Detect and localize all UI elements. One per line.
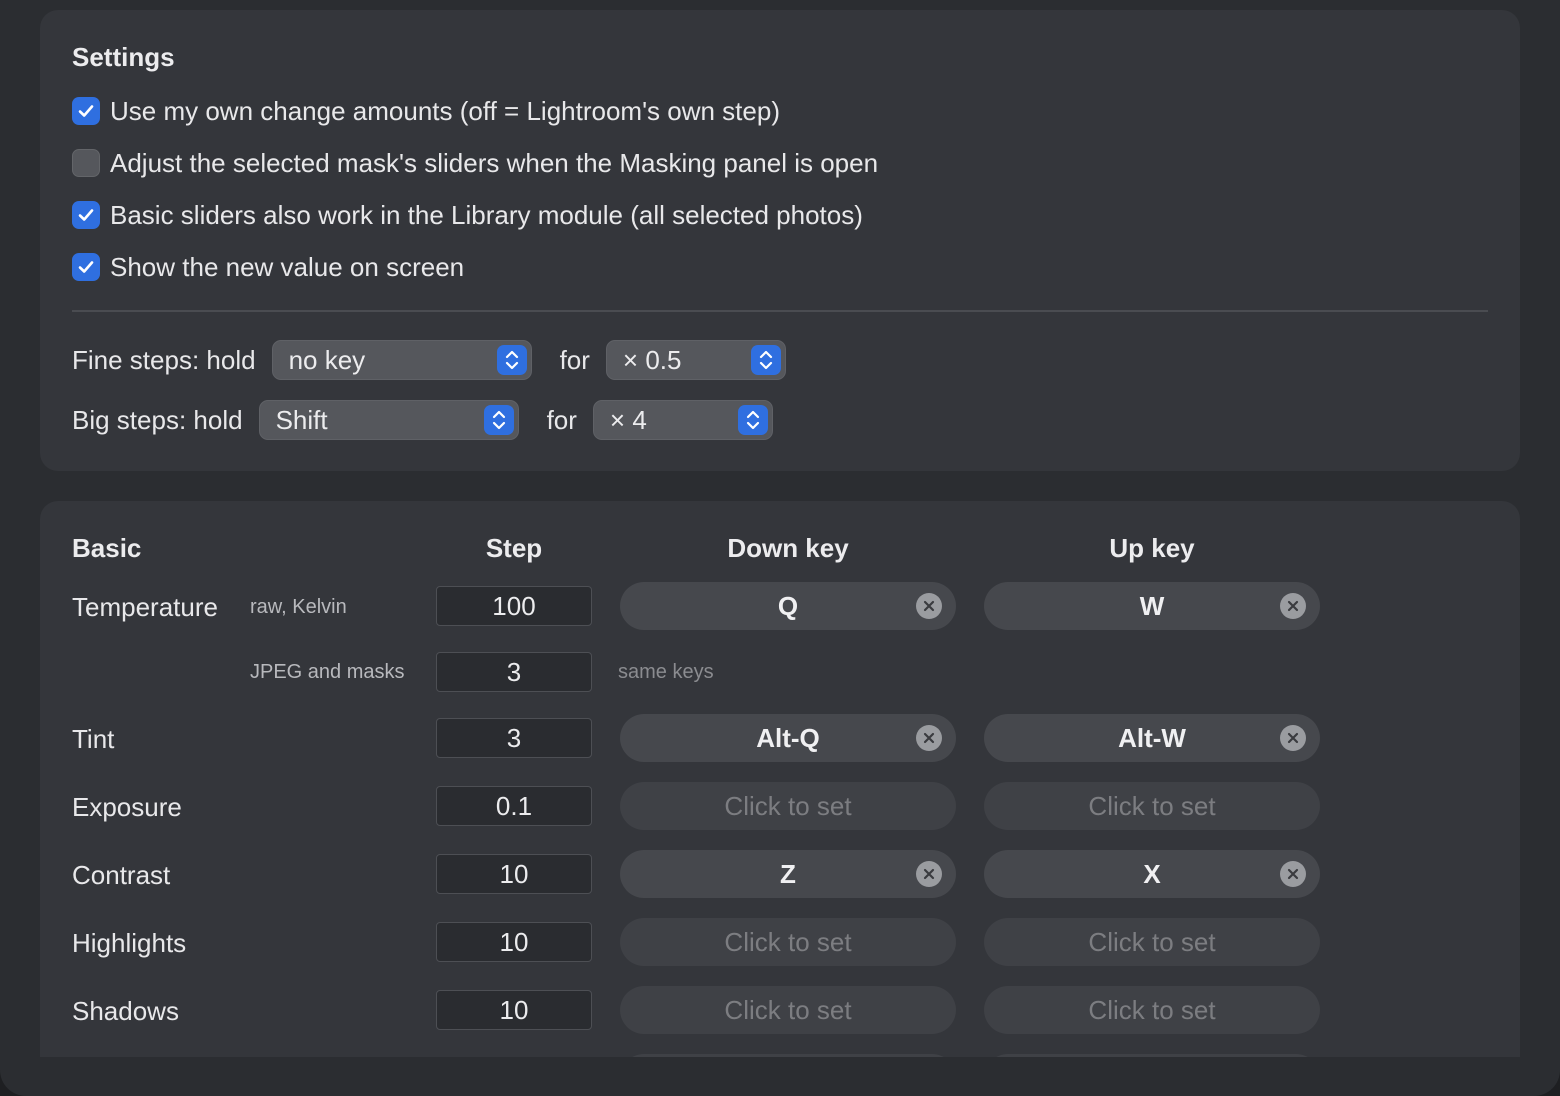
big-steps-label: Big steps: hold bbox=[72, 404, 243, 435]
divider bbox=[72, 310, 1488, 312]
down-key-contrast[interactable]: Z bbox=[620, 850, 956, 898]
up-key-tint[interactable]: Alt-W bbox=[984, 714, 1320, 762]
checkmark-icon bbox=[78, 105, 94, 117]
settings-title: Settings bbox=[72, 42, 175, 72]
key-label: Click to set bbox=[724, 926, 852, 957]
key-label: Q bbox=[777, 590, 799, 621]
key-label: Click to set bbox=[724, 994, 852, 1025]
row-sublabel-raw: raw, Kelvin bbox=[250, 596, 347, 618]
clear-x-icon[interactable] bbox=[916, 593, 942, 619]
big-steps-row: Big steps: hold Shift for × 4 bbox=[72, 400, 773, 440]
step-field-temperature-raw[interactable]: 100 bbox=[436, 586, 592, 626]
checkbox-show-value[interactable] bbox=[72, 253, 100, 281]
option-library-module[interactable]: Basic sliders also work in the Library m… bbox=[72, 200, 863, 230]
big-steps-factor-popup[interactable]: × 4 bbox=[592, 400, 773, 440]
key-label: Click to set bbox=[724, 790, 852, 821]
row-label-exposure: Exposure bbox=[72, 792, 182, 822]
option-show-value[interactable]: Show the new value on screen bbox=[72, 252, 464, 282]
row-label-shadows: Shadows bbox=[72, 996, 179, 1026]
down-key-next-row[interactable] bbox=[620, 1054, 956, 1057]
up-down-chevron-icon bbox=[750, 345, 781, 375]
step-field-highlights[interactable]: 10 bbox=[436, 922, 592, 962]
popup-value: no key bbox=[288, 344, 366, 375]
up-down-chevron-icon bbox=[483, 405, 514, 435]
key-label: Click to set bbox=[1088, 994, 1216, 1025]
clear-x-icon[interactable] bbox=[1280, 861, 1306, 887]
fine-steps-key-popup[interactable]: no key bbox=[271, 340, 532, 380]
row-label-tint: Tint bbox=[72, 724, 115, 754]
popup-value: × 0.5 bbox=[622, 344, 682, 375]
checkmark-icon bbox=[78, 261, 94, 273]
for-label: for bbox=[546, 404, 577, 435]
checkmark-icon bbox=[78, 209, 94, 221]
option-label: Basic sliders also work in the Library m… bbox=[110, 199, 863, 230]
key-label: Z bbox=[780, 858, 796, 889]
up-down-chevron-icon bbox=[496, 345, 527, 375]
clear-x-icon[interactable] bbox=[1280, 593, 1306, 619]
step-field-contrast[interactable]: 10 bbox=[436, 854, 592, 894]
up-key-exposure[interactable]: Click to set bbox=[984, 782, 1320, 830]
big-steps-key-popup[interactable]: Shift bbox=[258, 400, 519, 440]
key-label: Click to set bbox=[1088, 790, 1216, 821]
down-key-tint[interactable]: Alt-Q bbox=[620, 714, 956, 762]
up-key-temperature[interactable]: W bbox=[984, 582, 1320, 630]
option-label: Show the new value on screen bbox=[110, 251, 465, 282]
row-label-highlights: Highlights bbox=[72, 928, 187, 958]
option-label: Adjust the selected mask's sliders when … bbox=[110, 147, 879, 178]
row-label-temperature: Temperature bbox=[72, 592, 218, 622]
popup-value: × 4 bbox=[609, 404, 647, 435]
step-field-temperature-jpeg[interactable]: 3 bbox=[436, 652, 592, 692]
down-key-exposure[interactable]: Click to set bbox=[620, 782, 956, 830]
down-key-shadows[interactable]: Click to set bbox=[620, 986, 956, 1034]
up-key-next-row[interactable] bbox=[984, 1054, 1320, 1057]
checkbox-masking-sliders[interactable] bbox=[72, 149, 100, 177]
up-key-shadows[interactable]: Click to set bbox=[984, 986, 1320, 1034]
column-header-up-key: Up key bbox=[1109, 533, 1195, 563]
fine-steps-factor-popup[interactable]: × 0.5 bbox=[605, 340, 786, 380]
step-field-shadows[interactable]: 10 bbox=[436, 990, 592, 1030]
checkbox-custom-amounts[interactable] bbox=[72, 97, 100, 125]
clear-x-icon[interactable] bbox=[916, 861, 942, 887]
key-label: Alt-W bbox=[1118, 722, 1186, 753]
step-field-tint[interactable]: 3 bbox=[436, 718, 592, 758]
for-label: for bbox=[559, 344, 590, 375]
key-label: W bbox=[1139, 590, 1165, 621]
popup-value: Shift bbox=[275, 404, 328, 435]
option-label: Use my own change amounts (off = Lightro… bbox=[110, 95, 780, 126]
up-down-chevron-icon bbox=[737, 405, 768, 435]
up-key-highlights[interactable]: Click to set bbox=[984, 918, 1320, 966]
fine-steps-label: Fine steps: hold bbox=[72, 344, 256, 375]
column-header-step: Step bbox=[485, 533, 543, 563]
settings-window: Settings Use my own change amounts (off … bbox=[0, 0, 1560, 1096]
column-header-down-key: Down key bbox=[727, 533, 849, 563]
fine-steps-row: Fine steps: hold no key for × 0.5 bbox=[72, 340, 786, 380]
checkbox-library-module[interactable] bbox=[72, 201, 100, 229]
step-field-exposure[interactable]: 0.1 bbox=[436, 786, 592, 826]
key-label: Click to set bbox=[1088, 926, 1216, 957]
row-sublabel-jpeg: JPEG and masks bbox=[250, 661, 405, 683]
option-masking-sliders[interactable]: Adjust the selected mask's sliders when … bbox=[72, 148, 878, 178]
up-key-contrast[interactable]: X bbox=[984, 850, 1320, 898]
basic-section: Basic Step Down key Up key Temperature r… bbox=[40, 501, 1520, 1057]
settings-section: Settings Use my own change amounts (off … bbox=[40, 10, 1520, 471]
key-label: Alt-Q bbox=[756, 722, 820, 753]
clear-x-icon[interactable] bbox=[916, 725, 942, 751]
key-label: X bbox=[1143, 858, 1161, 889]
clear-x-icon[interactable] bbox=[1280, 725, 1306, 751]
same-keys-note: same keys bbox=[618, 661, 714, 683]
row-label-contrast: Contrast bbox=[72, 860, 171, 890]
down-key-temperature[interactable]: Q bbox=[620, 582, 956, 630]
option-custom-amounts[interactable]: Use my own change amounts (off = Lightro… bbox=[72, 96, 780, 126]
down-key-highlights[interactable]: Click to set bbox=[620, 918, 956, 966]
basic-title: Basic bbox=[72, 533, 142, 563]
